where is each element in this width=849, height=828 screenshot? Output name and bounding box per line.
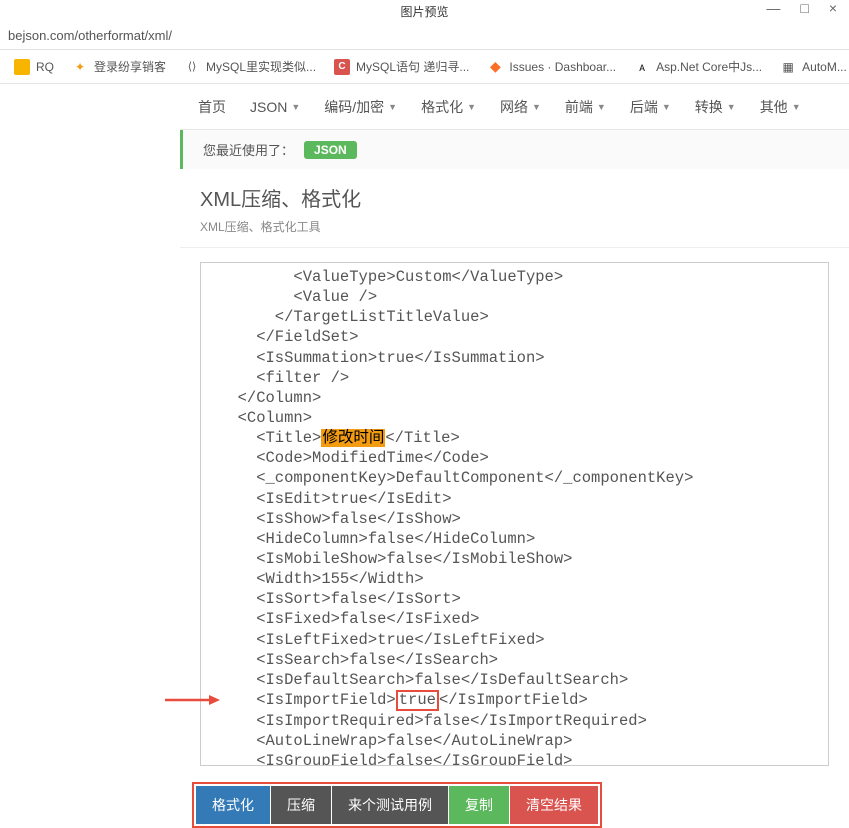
nav-item[interactable]: 首页: [198, 97, 226, 117]
caret-down-icon: ▼: [792, 102, 801, 112]
xml-line: <IsSearch>false</IsSearch>: [219, 650, 828, 670]
window-title-bar: 图片预览 — □ ×: [0, 0, 849, 22]
page-title: XML压缩、格式化: [200, 183, 829, 212]
arrow-annotation-icon: [165, 693, 220, 707]
bookmark-label: 登录纷享销客: [94, 58, 166, 75]
xml-line: <Code>ModifiedTime</Code>: [219, 448, 828, 468]
nav-item[interactable]: 后端 ▼: [630, 97, 671, 117]
xml-line: <Width>155</Width>: [219, 569, 828, 589]
caret-down-icon: ▼: [467, 102, 476, 112]
bookmarks-bar: RQ ✦ 登录纷享销客 ⟨⟩ MySQL里实现类似... C MySQL语句 递归寻... ◆…: [0, 50, 849, 84]
minimize-button[interactable]: —: [766, 0, 780, 16]
xml-line: <IsSummation>true</IsSummation>: [219, 348, 828, 368]
xml-wrapper: <ValueType>Custom</ValueType> <Value /> …: [0, 262, 849, 766]
red-c-icon: C: [334, 59, 350, 75]
orange-icon: ✦: [72, 59, 88, 75]
bookmark-item[interactable]: ⟨⟩ MySQL里实现类似...: [184, 58, 316, 75]
window-controls: — □ ×: [754, 0, 849, 16]
xml-line: <HideColumn>false</HideColumn>: [219, 529, 828, 549]
nav-label: 转换: [695, 97, 723, 117]
yellow-icon: [14, 59, 30, 75]
compress-button[interactable]: 压缩: [271, 786, 331, 824]
caret-down-icon: ▼: [532, 102, 541, 112]
xml-line: <IsShow>false</IsShow>: [219, 509, 828, 529]
nav-label: JSON: [250, 99, 287, 115]
address-bar[interactable]: bejson.com/otherformat/xml/: [0, 22, 849, 50]
bookmark-item[interactable]: ᴀ Asp.Net Core中Js...: [634, 58, 762, 75]
xml-line: <filter />: [219, 368, 828, 388]
xml-line: <AutoLineWrap>false</AutoLineWrap>: [219, 731, 828, 751]
brackets-icon: ⟨⟩: [184, 59, 200, 75]
nav-label: 前端: [565, 97, 593, 117]
xml-line: <Title>修改时间</Title>: [219, 428, 828, 448]
xml-line: <IsImportField>true</IsImportField>: [219, 690, 828, 711]
bookmark-label: MySQL语句 递归寻...: [356, 58, 469, 75]
bookmark-label: Asp.Net Core中Js...: [656, 58, 762, 75]
xml-line: </TargetListTitleValue>: [219, 307, 828, 327]
recent-label: 您最近使用了：: [203, 140, 294, 159]
nav-item[interactable]: 格式化 ▼: [421, 97, 476, 117]
xml-line: <Value />: [219, 287, 828, 307]
nav-label: 后端: [630, 97, 658, 117]
red-box-highlight: true: [396, 690, 439, 711]
page-header: XML压缩、格式化 XML压缩、格式化工具: [180, 169, 849, 248]
caret-down-icon: ▼: [662, 102, 671, 112]
copy-button[interactable]: 复制: [449, 786, 509, 824]
action-buttons-group: 格式化 压缩 来个测试用例 复制 清空结果: [192, 782, 602, 828]
nav-item[interactable]: JSON ▼: [250, 99, 300, 115]
dark-logo-icon: ▦: [780, 59, 796, 75]
recent-used-bar: 您最近使用了： JSON: [180, 130, 849, 169]
sample-button[interactable]: 来个测试用例: [332, 786, 448, 824]
xml-line: <IsGroupField>false</IsGroupField>: [219, 751, 828, 766]
format-button[interactable]: 格式化: [196, 786, 270, 824]
maximize-button[interactable]: □: [800, 0, 808, 16]
nav-label: 其他: [760, 97, 788, 117]
xml-line: </FieldSet>: [219, 327, 828, 347]
nav-label: 编码/加密: [324, 97, 384, 117]
xml-line: <IsImportRequired>false</IsImportRequire…: [219, 711, 828, 731]
bookmark-item[interactable]: RQ: [14, 59, 54, 75]
bookmark-label: Issues · Dashboar...: [509, 60, 616, 74]
dark-a-icon: ᴀ: [634, 59, 650, 75]
json-badge[interactable]: JSON: [304, 141, 357, 159]
xml-line: <IsMobileShow>false</IsMobileShow>: [219, 549, 828, 569]
bookmark-item[interactable]: ✦ 登录纷享销客: [72, 58, 166, 75]
xml-line: </Column>: [219, 388, 828, 408]
bookmark-item[interactable]: C MySQL语句 递归寻...: [334, 58, 469, 75]
nav-label: 首页: [198, 97, 226, 117]
bookmark-item[interactable]: ◆ Issues · Dashboar...: [487, 59, 616, 75]
xml-line: <IsLeftFixed>true</IsLeftFixed>: [219, 630, 828, 650]
nav-item[interactable]: 其他 ▼: [760, 97, 801, 117]
xml-line: <Column>: [219, 408, 828, 428]
gitlab-icon: ◆: [487, 59, 503, 75]
xml-line: <IsFixed>false</IsFixed>: [219, 609, 828, 629]
xml-line: <ValueType>Custom</ValueType>: [219, 267, 828, 287]
window-title: 图片预览: [400, 3, 448, 20]
nav-item[interactable]: 网络 ▼: [500, 97, 541, 117]
close-button[interactable]: ×: [829, 0, 837, 16]
main-nav: 首页 JSON ▼ 编码/加密 ▼ 格式化 ▼ 网络 ▼ 前端 ▼ 后端 ▼ 转换 ▼ 其他 ▼: [180, 84, 849, 130]
url-text: bejson.com/otherformat/xml/: [8, 28, 172, 43]
nav-item[interactable]: 编码/加密 ▼: [324, 97, 397, 117]
caret-down-icon: ▼: [388, 102, 397, 112]
nav-label: 网络: [500, 97, 528, 117]
nav-item[interactable]: 转换 ▼: [695, 97, 736, 117]
nav-label: 格式化: [421, 97, 463, 117]
clear-button[interactable]: 清空结果: [510, 786, 598, 824]
highlighted-text: 修改时间: [321, 429, 385, 447]
caret-down-icon: ▼: [597, 102, 606, 112]
bookmark-label: AutoM...: [802, 60, 847, 74]
nav-item[interactable]: 前端 ▼: [565, 97, 606, 117]
xml-line: <IsEdit>true</IsEdit>: [219, 489, 828, 509]
caret-down-icon: ▼: [291, 102, 300, 112]
bookmark-item[interactable]: ▦ AutoM...: [780, 59, 847, 75]
caret-down-icon: ▼: [727, 102, 736, 112]
xml-line: <IsSort>false</IsSort>: [219, 589, 828, 609]
page-subtitle: XML压缩、格式化工具: [200, 218, 829, 235]
bookmark-label: RQ: [36, 60, 54, 74]
xml-line: <IsDefaultSearch>false</IsDefaultSearch>: [219, 670, 828, 690]
xml-editor[interactable]: <ValueType>Custom</ValueType> <Value /> …: [200, 262, 829, 766]
bookmark-label: MySQL里实现类似...: [206, 58, 316, 75]
xml-line: <_componentKey>DefaultComponent</_compon…: [219, 468, 828, 488]
